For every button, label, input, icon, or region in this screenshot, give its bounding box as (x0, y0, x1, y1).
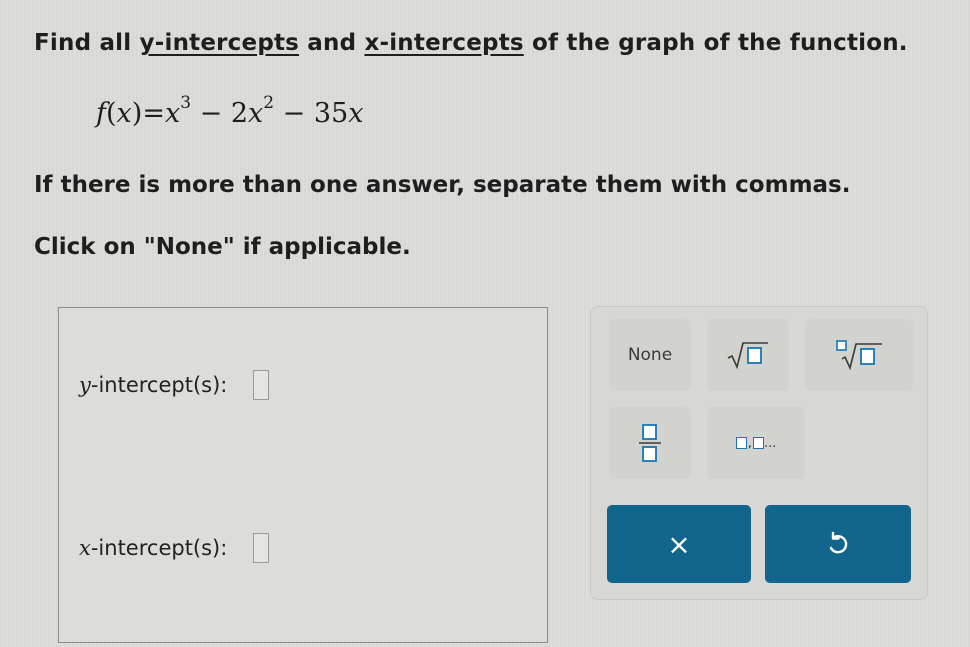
y-var: y (79, 373, 91, 397)
list-placeholder-1 (735, 437, 747, 449)
y-intercept-input[interactable] (253, 370, 270, 400)
func-name: f (96, 98, 106, 129)
func-coef2: 2 (230, 98, 249, 129)
undo-button[interactable] (765, 505, 911, 583)
math-keypad: None ,... × (590, 306, 928, 600)
answer-panel: y-intercept(s): x-intercept(s): (58, 307, 548, 643)
question-text: Find all y-intercepts and x-intercepts o… (34, 30, 908, 56)
question-prefix: Find all (34, 30, 140, 56)
nth-root-icon (836, 340, 882, 371)
list-placeholder-2 (753, 437, 765, 449)
func-arg: x (116, 98, 132, 129)
func-term1-var: x (164, 98, 181, 129)
func-term2-exp: 2 (263, 93, 275, 113)
term-y-intercepts[interactable]: y-intercepts (140, 30, 300, 56)
instruction-commas: If there is more than one answer, separa… (34, 172, 851, 198)
x-icon: × (667, 527, 691, 561)
x-intercept-label-text: -intercept(s): (90, 536, 228, 560)
term-x-intercepts[interactable]: x-intercepts (364, 30, 523, 56)
y-intercept-row: y-intercept(s): (79, 370, 270, 400)
list-ellipsis: ... (764, 435, 777, 451)
x-intercept-input[interactable] (253, 533, 270, 563)
fraction-button[interactable] (609, 407, 691, 479)
nth-root-button[interactable] (805, 319, 913, 391)
clear-button[interactable]: × (607, 505, 751, 583)
question-middle: and (299, 30, 365, 56)
func-term3-var: x (348, 98, 364, 129)
func-minus2: − (282, 98, 306, 129)
func-minus1: − (199, 98, 223, 129)
y-intercept-label: y-intercept(s): (79, 373, 227, 397)
x-intercept-row: x-intercept(s): (79, 533, 270, 563)
x-var: x (79, 536, 91, 560)
undo-icon (829, 531, 848, 554)
instruction-none: Click on "None" if applicable. (34, 234, 411, 260)
sqrt-button[interactable] (707, 319, 789, 391)
square-root-icon (727, 342, 768, 370)
x-intercept-label: x-intercept(s): (79, 536, 227, 560)
list-button[interactable]: ,... (707, 407, 805, 479)
func-term1-exp: 3 (180, 93, 192, 113)
none-button[interactable]: None (609, 319, 691, 391)
fraction-icon (639, 424, 661, 462)
func-coef3: 35 (313, 98, 349, 129)
func-term2-var: x (248, 98, 264, 129)
func-eq: = (142, 98, 165, 129)
function-expression: f(x)=x3 − 2x2 − 35x (96, 93, 364, 129)
y-intercept-label-text: -intercept(s): (90, 373, 228, 397)
question-suffix: of the graph of the function. (523, 30, 908, 56)
